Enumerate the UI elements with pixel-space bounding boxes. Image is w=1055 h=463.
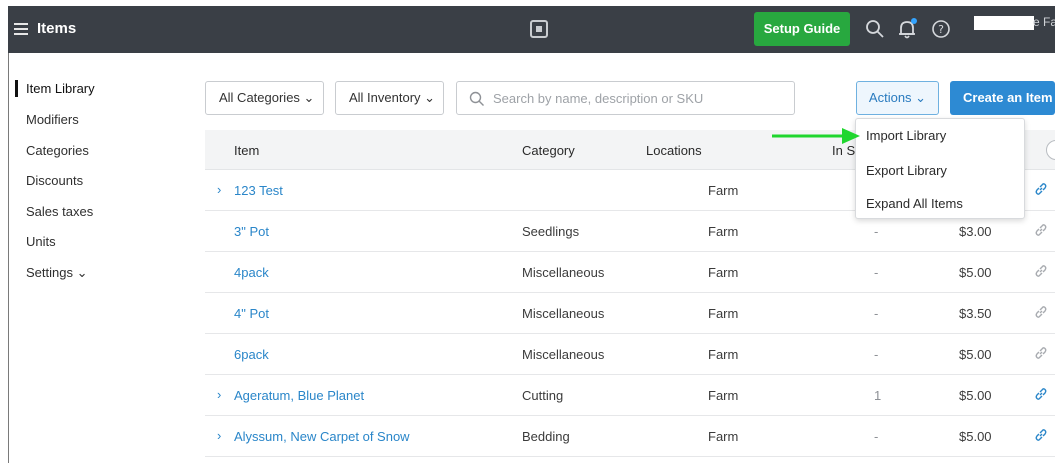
notification-dot bbox=[911, 18, 917, 24]
expand-chevron-icon[interactable]: › bbox=[217, 182, 221, 197]
item-category: Seedlings bbox=[522, 224, 580, 239]
table-row[interactable]: 6pack Miscellaneous Farm - $5.00 bbox=[205, 334, 1055, 375]
page-title: Items bbox=[37, 20, 77, 37]
search-icon bbox=[469, 91, 484, 106]
square-logo-icon[interactable] bbox=[530, 20, 548, 38]
categories-filter[interactable]: All Categories ⌄ bbox=[205, 81, 324, 115]
table-row[interactable]: › Alyssum, New Carpet of Snow Bedding Farm -… bbox=[205, 416, 1055, 457]
search-box bbox=[456, 81, 795, 115]
item-location: Farm bbox=[708, 429, 739, 444]
top-bar: Items Setup Guide ? bbox=[8, 6, 1055, 53]
search-icon[interactable] bbox=[864, 18, 886, 40]
link-icon[interactable] bbox=[1034, 305, 1048, 319]
sidebar-item-units[interactable]: Units bbox=[26, 234, 56, 249]
item-stock: 1 bbox=[874, 388, 882, 403]
table-row[interactable]: 4" Pot Miscellaneous Farm - $3.50 bbox=[205, 293, 1055, 334]
column-header-locations[interactable]: Locations bbox=[646, 143, 702, 158]
item-name[interactable]: 4" Pot bbox=[234, 306, 269, 321]
item-price: $3.50 bbox=[959, 306, 992, 321]
item-category: Miscellaneous bbox=[522, 347, 605, 362]
item-category: Miscellaneous bbox=[522, 306, 605, 321]
item-location: Farm bbox=[708, 347, 739, 362]
item-name[interactable]: 6pack bbox=[234, 347, 269, 362]
sidebar-item-discounts[interactable]: Discounts bbox=[26, 173, 83, 188]
item-location: Farm bbox=[708, 265, 739, 280]
item-price: $3.00 bbox=[959, 224, 992, 239]
item-location: Farm bbox=[708, 306, 739, 321]
table-row[interactable]: › Ageratum, Blue Planet Cutting Farm 1 $5.00 bbox=[205, 375, 1055, 416]
item-name[interactable]: Alyssum, New Carpet of Snow bbox=[234, 429, 410, 444]
item-location: Farm bbox=[708, 183, 739, 198]
column-header-item[interactable]: Item bbox=[234, 143, 259, 158]
item-name[interactable]: 3" Pot bbox=[234, 224, 269, 239]
search-input[interactable] bbox=[493, 88, 783, 108]
menu-item-import-library[interactable]: Import Library bbox=[866, 128, 946, 143]
item-name[interactable]: 4pack bbox=[234, 265, 269, 280]
item-category: Cutting bbox=[522, 388, 564, 403]
item-price: $5.00 bbox=[959, 429, 992, 444]
bell-icon[interactable] bbox=[896, 18, 918, 40]
column-header-category[interactable]: Category bbox=[522, 143, 575, 158]
menu-icon[interactable] bbox=[14, 23, 28, 35]
help-icon[interactable]: ? bbox=[930, 18, 952, 40]
menu-item-export-library[interactable]: Export Library bbox=[866, 163, 947, 178]
link-icon[interactable] bbox=[1034, 182, 1048, 196]
item-stock: - bbox=[874, 306, 879, 321]
item-price: $5.00 bbox=[959, 388, 992, 403]
link-icon[interactable] bbox=[1034, 428, 1048, 442]
sidebar-item-item-library[interactable]: Item Library bbox=[26, 81, 95, 96]
item-category: Bedding bbox=[522, 429, 570, 444]
expand-chevron-icon[interactable]: › bbox=[217, 428, 221, 443]
actions-button[interactable]: Actions ⌄ bbox=[856, 81, 939, 115]
expand-chevron-icon[interactable]: › bbox=[217, 387, 221, 402]
item-stock: - bbox=[874, 429, 879, 444]
setup-guide-button[interactable]: Setup Guide bbox=[754, 12, 850, 46]
item-price: $5.00 bbox=[959, 265, 992, 280]
item-location: Farm bbox=[708, 224, 739, 239]
item-price: $5.00 bbox=[959, 347, 992, 362]
active-indicator bbox=[15, 80, 18, 97]
link-icon[interactable] bbox=[1034, 264, 1048, 278]
menu-item-expand-all-items[interactable]: Expand All Items bbox=[866, 196, 963, 211]
item-stock: - bbox=[874, 265, 879, 280]
item-stock: - bbox=[874, 224, 879, 239]
link-icon[interactable] bbox=[1034, 223, 1048, 237]
table-row[interactable]: 4pack Miscellaneous Farm - $5.00 bbox=[205, 252, 1055, 293]
column-header-in-stock[interactable]: In S bbox=[832, 143, 855, 158]
create-item-button[interactable]: Create an Item bbox=[950, 81, 1055, 115]
inventory-filter[interactable]: All Inventory ⌄ bbox=[335, 81, 444, 115]
item-location: Farm bbox=[708, 388, 739, 403]
sidebar-item-settings[interactable]: Settings ⌄ bbox=[26, 265, 87, 281]
sidebar-item-modifiers[interactable]: Modifiers bbox=[26, 112, 79, 127]
sidebar-item-categories[interactable]: Categories bbox=[26, 143, 89, 158]
svg-text:?: ? bbox=[938, 23, 944, 36]
link-icon[interactable] bbox=[1034, 387, 1048, 401]
sidebar-item-sales-taxes[interactable]: Sales taxes bbox=[26, 204, 93, 219]
item-category: Miscellaneous bbox=[522, 265, 605, 280]
green-arrow-annotation bbox=[772, 128, 860, 144]
account-name[interactable]: e Far bbox=[1033, 15, 1055, 29]
item-stock: - bbox=[874, 347, 879, 362]
item-name[interactable]: Ageratum, Blue Planet bbox=[234, 388, 364, 403]
actions-menu: Import Library Export Library Expand All… bbox=[855, 118, 1025, 219]
account-name-redacted[interactable] bbox=[974, 16, 1034, 30]
link-icon[interactable] bbox=[1034, 346, 1048, 360]
item-name[interactable]: 123 Test bbox=[234, 183, 283, 198]
